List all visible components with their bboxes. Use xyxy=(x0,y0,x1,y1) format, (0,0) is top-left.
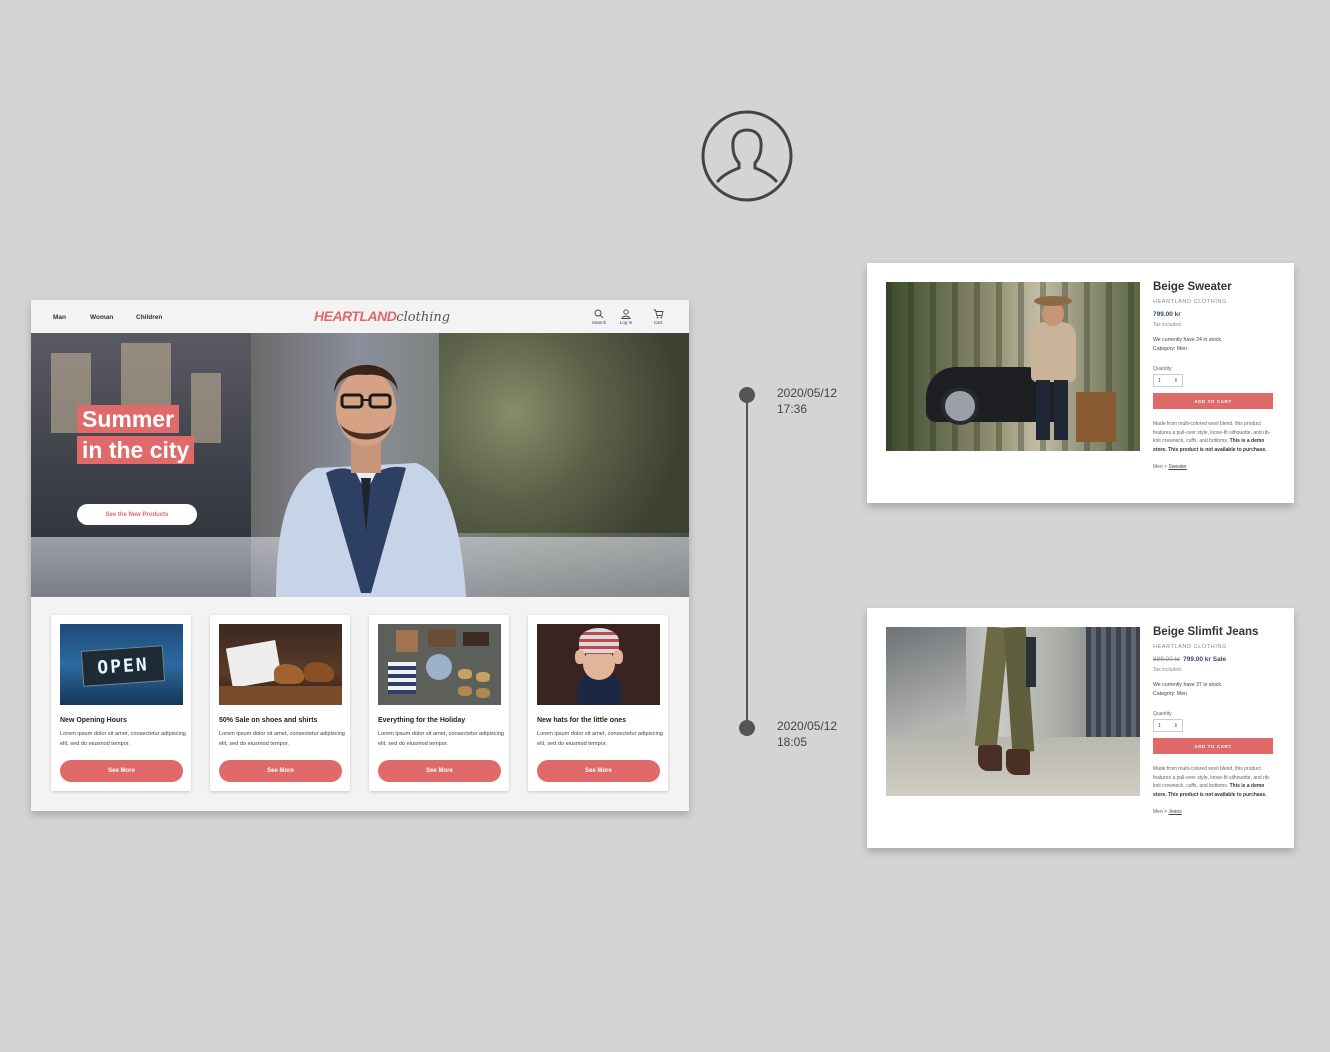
product-category: Category: Men xyxy=(1153,691,1188,697)
old-price: 899.00 kr xyxy=(1153,656,1181,663)
product-description: Made from multi-colored wool blend, this… xyxy=(1153,765,1278,799)
breadcrumb-leaf[interactable]: Sweater xyxy=(1168,464,1186,470)
quantity-label: Quantity xyxy=(1153,366,1172,372)
logo-brand: Heartland xyxy=(314,308,397,324)
product-info: Beige Sweater Heartland Clothing 799.00 … xyxy=(1153,281,1278,470)
card-text: Lorem ipsum dolor sit amet, consectetur … xyxy=(378,731,504,747)
product-price: 899.00 kr 799.00 kr Sale xyxy=(1153,656,1278,663)
login-button[interactable]: Log In xyxy=(618,309,634,325)
open-sign-image: OPEN xyxy=(60,624,183,705)
stock-count: We currently have 37 in stock. xyxy=(1153,682,1223,688)
logo-suffix: clothing xyxy=(396,310,451,325)
child-hat-image xyxy=(537,624,660,705)
stock-count: We currently have 24 in stock. xyxy=(1153,337,1223,343)
tax-note: Tax included. xyxy=(1153,322,1183,328)
hero-title-line: Summer xyxy=(77,405,180,433)
product-brand[interactable]: Heartland Clothing xyxy=(1153,644,1278,650)
stepper-arrows-icon[interactable]: ⇕ xyxy=(1174,723,1178,729)
breadcrumb: Men > Sweater xyxy=(1153,464,1278,470)
search-icon xyxy=(594,309,604,319)
card-title: Everything for the Holiday xyxy=(378,717,466,724)
cart-button[interactable]: Cart xyxy=(650,309,666,325)
store-logo[interactable]: Heartlandclothing xyxy=(314,308,450,325)
product-info: Beige Slimfit Jeans Heartland Clothing 8… xyxy=(1153,626,1278,815)
quantity-value: 1 xyxy=(1158,377,1161,384)
user-avatar-icon xyxy=(701,110,793,202)
product-brand[interactable]: Heartland Clothing xyxy=(1153,299,1278,305)
sale-price: 799.00 kr Sale xyxy=(1183,656,1227,663)
see-more-button[interactable]: See More xyxy=(219,760,342,782)
cart-label: Cart xyxy=(653,320,663,325)
breadcrumb-leaf[interactable]: Jeans xyxy=(1168,809,1181,815)
see-more-button[interactable]: See More xyxy=(537,760,660,782)
stepper-arrows-icon[interactable]: ⇕ xyxy=(1174,378,1178,384)
holiday-flatlay-image xyxy=(378,624,501,705)
quantity-stepper[interactable]: 1 ⇕ xyxy=(1153,374,1183,387)
nav-link-woman[interactable]: Woman xyxy=(90,314,113,321)
breadcrumb: Men > Jeans xyxy=(1153,809,1278,815)
product-name: Beige Slimfit Jeans xyxy=(1153,626,1259,638)
timeline-timestamp: 2020/05/12 18:05 xyxy=(777,718,837,750)
tax-note: Tax included. xyxy=(1153,667,1183,673)
timeline-timestamp: 2020/05/12 17:36 xyxy=(777,385,837,417)
timeline-line xyxy=(746,394,748,728)
cart-icon xyxy=(653,309,664,319)
see-new-products-button[interactable]: See the New Products xyxy=(77,504,197,525)
see-more-button[interactable]: See More xyxy=(60,760,183,782)
card-title: New hats for the little ones xyxy=(537,717,627,724)
card-text: Lorem ipsum dolor sit amet, consectetur … xyxy=(537,731,663,747)
timeline-time: 17:36 xyxy=(777,402,808,416)
timeline-date: 2020/05/12 xyxy=(777,719,838,733)
product-page-jeans: Beige Slimfit Jeans Heartland Clothing 8… xyxy=(867,608,1294,848)
hero-model-image xyxy=(276,364,466,597)
add-to-cart-button[interactable]: ADD TO CART xyxy=(1153,738,1273,754)
timeline-dot xyxy=(739,387,755,403)
price-value: 799.00 kr xyxy=(1153,311,1181,318)
timeline-date: 2020/05/12 xyxy=(777,386,838,400)
hero-title: Summer in the city xyxy=(77,405,195,467)
product-price: 799.00 kr xyxy=(1153,311,1278,318)
shoes-shirts-image xyxy=(219,624,342,705)
hero-title-line: in the city xyxy=(77,436,195,464)
quantity-stepper[interactable]: 1 ⇕ xyxy=(1153,719,1183,732)
stock-info: We currently have 37 in stock. Category:… xyxy=(1153,681,1278,699)
open-sign-text: OPEN xyxy=(96,653,150,679)
timeline-dot xyxy=(739,720,755,736)
add-to-cart-button[interactable]: ADD TO CART xyxy=(1153,393,1273,409)
product-description: Made from multi-colored wool blend, this… xyxy=(1153,420,1278,454)
timeline-time: 18:05 xyxy=(777,735,808,749)
promo-card: Everything for the Holiday Lorem ipsum d… xyxy=(369,615,509,791)
product-page-sweater: Beige Sweater Heartland Clothing 799.00 … xyxy=(867,263,1294,503)
nav-link-man[interactable]: Man xyxy=(53,314,66,321)
login-label: Log In xyxy=(619,320,633,325)
store-homepage: Man Woman Children Heartlandclothing Sea… xyxy=(31,300,689,811)
breadcrumb-root[interactable]: Men > xyxy=(1153,464,1167,470)
see-more-button[interactable]: See More xyxy=(378,760,501,782)
product-image-jeans xyxy=(886,627,1140,796)
product-image-sweater xyxy=(886,282,1140,451)
search-button[interactable]: Search xyxy=(591,309,607,325)
stock-info: We currently have 24 in stock. Category:… xyxy=(1153,336,1278,354)
quantity-value: 1 xyxy=(1158,722,1161,729)
nav-link-children[interactable]: Children xyxy=(136,314,162,321)
card-text: Lorem ipsum dolor sit amet, consectetur … xyxy=(60,731,186,747)
promo-card: OPEN New Opening Hours Lorem ipsum dolor… xyxy=(51,615,191,791)
promo-card: New hats for the little ones Lorem ipsum… xyxy=(528,615,668,791)
card-title: 50% Sale on shoes and shirts xyxy=(219,717,318,724)
product-category: Category: Men xyxy=(1153,346,1188,352)
breadcrumb-root[interactable]: Men > xyxy=(1153,809,1167,815)
search-label: Search xyxy=(591,320,607,325)
hero-banner: Summer in the city See the New Products xyxy=(31,333,689,597)
card-title: New Opening Hours xyxy=(60,717,127,724)
quantity-label: Quantity xyxy=(1153,711,1172,717)
user-icon xyxy=(621,309,631,319)
card-text: Lorem ipsum dolor sit amet, consectetur … xyxy=(219,731,345,747)
promo-card: 50% Sale on shoes and shirts Lorem ipsum… xyxy=(210,615,350,791)
store-nav: Man Woman Children Heartlandclothing Sea… xyxy=(31,300,689,333)
product-name: Beige Sweater xyxy=(1153,281,1232,293)
